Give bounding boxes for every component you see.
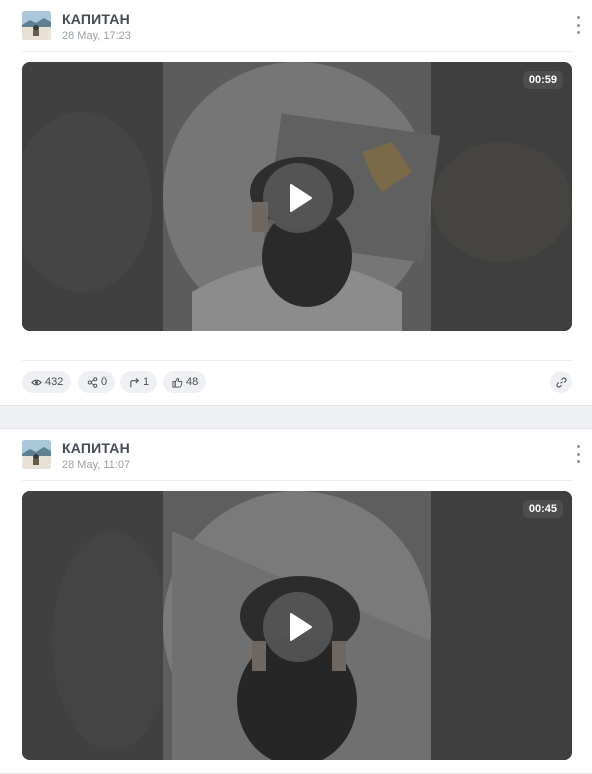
video-duration: 00:45 — [522, 500, 563, 518]
post-card: КАПИТАН 28 May, 11:07 00:45 — [0, 428, 592, 774]
share-button[interactable]: 0 — [78, 371, 116, 393]
repost-arrow-icon — [130, 377, 139, 387]
reposts-count: 1 — [143, 376, 150, 388]
more-vertical-icon[interactable] — [574, 16, 582, 34]
post-date: 28 May, 11:07 — [62, 459, 131, 471]
divider — [22, 51, 572, 52]
author-avatar[interactable] — [22, 440, 51, 469]
author-avatar[interactable] — [22, 11, 51, 40]
author-name[interactable]: КАПИТАН — [62, 11, 130, 27]
author-name[interactable]: КАПИТАН — [62, 440, 130, 456]
more-vertical-icon[interactable] — [574, 445, 582, 463]
copy-link-button[interactable] — [550, 371, 572, 393]
thumbs-up-icon — [172, 377, 183, 388]
video-player[interactable]: 00:45 — [22, 491, 572, 760]
shares-count: 0 — [101, 376, 108, 388]
play-button[interactable] — [263, 163, 333, 233]
likes-count: 48 — [186, 376, 199, 388]
post-card: КАПИТАН 28 May, 17:23 00:59 432 0 1 48 — [0, 0, 592, 406]
post-date: 28 May, 17:23 — [62, 30, 131, 42]
eye-icon — [31, 379, 42, 385]
views-counter[interactable]: 432 — [22, 371, 72, 393]
views-count: 432 — [45, 376, 64, 388]
play-icon — [290, 184, 312, 212]
video-duration: 00:59 — [522, 71, 563, 89]
post-header: КАПИТАН 28 May, 11:07 — [22, 439, 582, 473]
video-player[interactable]: 00:59 — [22, 62, 572, 331]
play-button[interactable] — [263, 592, 333, 662]
post-header: КАПИТАН 28 May, 17:23 — [22, 10, 582, 44]
like-button[interactable]: 48 — [163, 371, 207, 393]
divider — [22, 360, 572, 361]
repost-button[interactable]: 1 — [120, 371, 158, 393]
share-nodes-icon — [87, 376, 98, 388]
post-stats: 432 0 1 48 — [22, 371, 572, 393]
link-icon — [555, 376, 567, 388]
play-icon — [290, 613, 312, 641]
divider — [22, 480, 572, 481]
